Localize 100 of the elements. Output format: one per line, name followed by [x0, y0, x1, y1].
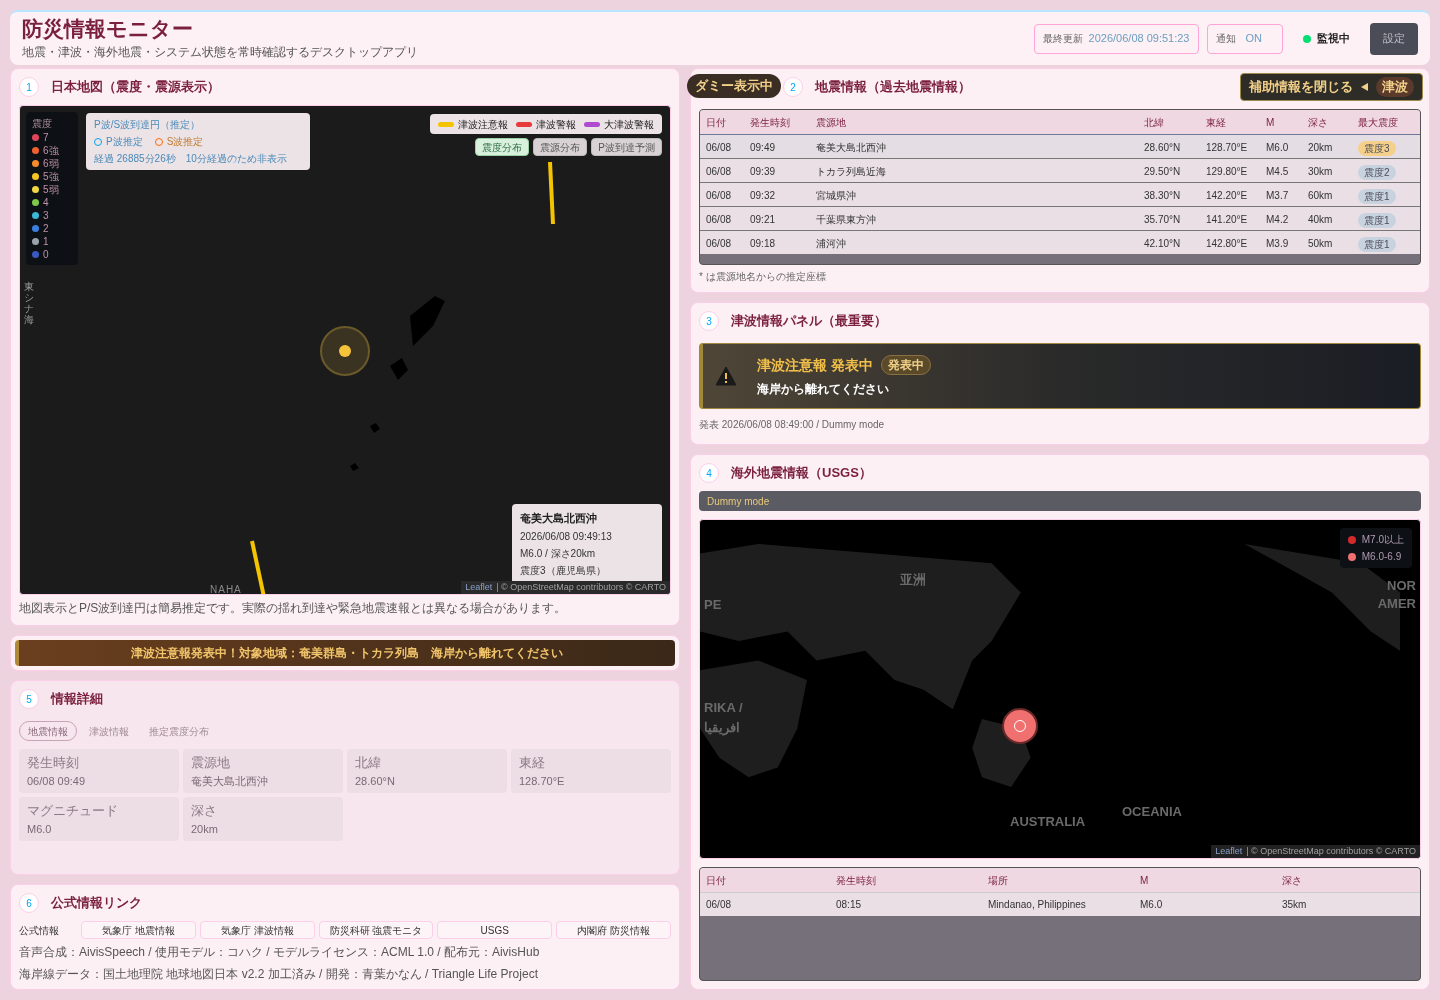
field-label: 発生時刻: [27, 754, 80, 772]
tsunami-headline: 津波注意報 発表中: [757, 355, 873, 375]
map-label: 亚洲: [900, 571, 926, 589]
table-cell-text: 20km: [1308, 140, 1334, 155]
table-cell-text: 142.80°E: [1206, 236, 1249, 251]
official-link-button[interactable]: 防災科研 強震モニタ: [318, 921, 434, 939]
ticker-text: 津波注意報発表中！対象地域：奄美群島・トカラ列島 海岸から離れてください: [131, 645, 563, 662]
popup-intensity: 震度3（鹿児島県）: [520, 563, 607, 578]
section-number: 1: [19, 77, 39, 97]
popup-place: 奄美大島北西沖: [520, 511, 598, 526]
official-link-button[interactable]: 気象庁 津波情報: [199, 921, 315, 939]
panel-title: 津波情報パネル（最重要）: [731, 312, 887, 331]
table-cell-text: 28.60°N: [1144, 140, 1182, 155]
legend-label: 6強: [43, 144, 59, 157]
column-header: 最大震度: [1358, 115, 1399, 130]
legend-label: 0: [43, 248, 49, 261]
column-header: 震源地: [816, 115, 847, 130]
table-cell-text: M3.9: [1266, 236, 1290, 251]
legend-label: 3: [43, 209, 49, 222]
column-header: M: [1140, 873, 1150, 888]
table-row[interactable]: 06/08 09:18 浦河沖 42.10°N 142.80°E M3.9 50km 震度1: [700, 230, 1420, 254]
layer-toggle-button[interactable]: 震度分布: [475, 138, 530, 156]
table-row[interactable]: 06/08 09:39 トカラ列島近海 29.50°N 129.80°E M4.5 30km 震度2: [700, 158, 1420, 182]
panel-title: 海外地震情報（USGS）: [731, 464, 872, 483]
section-number: 2: [783, 77, 803, 97]
table-row[interactable]: 06/08 08:15 Mindanao, Philippines M6.0 35km: [700, 892, 1420, 916]
epicenter-marker: [320, 326, 370, 376]
dummy-badge: ダミー表示中: [687, 74, 781, 98]
official-link-button[interactable]: 内閣府 防災情報: [556, 921, 671, 939]
field-label: 北緯: [355, 754, 382, 772]
table-cell-text: 129.80°E: [1206, 164, 1249, 179]
table-cell-text: 09:18: [750, 236, 777, 251]
table-note: * は震源地名からの推定座標: [698, 270, 827, 284]
section-number: 3: [699, 311, 719, 331]
caret-left-icon: [1361, 83, 1368, 91]
toggle-info-button[interactable]: 補助情報を閉じる 津波: [1240, 73, 1423, 101]
legend-label: 4: [43, 196, 49, 209]
table-row[interactable]: 06/08 09:21 千葉県東方沖 35.70°N 141.20°E M4.2 40km 震度1: [700, 206, 1420, 230]
table-cell-text: M6.0: [1140, 898, 1164, 912]
table-cell-text: 06/08: [706, 212, 733, 227]
attribution-text: | © OpenStreetMap contributors © CARTO: [1246, 844, 1416, 858]
column-header: 深さ: [1282, 873, 1303, 888]
table-cell-text: 29.50°N: [1144, 164, 1182, 179]
official-link-button[interactable]: 気象庁 地震情報: [81, 921, 196, 939]
table-cell-text: M4.2: [1266, 212, 1290, 227]
map-label: افريقيا: [704, 719, 740, 738]
tsunami-tag: 津波: [1376, 77, 1414, 97]
table-cell-text: 142.20°E: [1206, 188, 1249, 203]
layer-toggle-button[interactable]: P波到達予測: [591, 138, 662, 156]
field-label: 深さ: [191, 802, 218, 820]
legend-label: 7: [43, 131, 49, 144]
field-value: 28.60°N: [355, 773, 396, 789]
field-value: 06/08 09:49: [27, 773, 87, 789]
attribution-link[interactable]: Leaflet: [1215, 844, 1243, 858]
popup-time: 2026/06/08 09:49:13: [520, 529, 613, 544]
tsunami-message: 海岸から離れてください: [757, 380, 890, 398]
table-cell-text: 50km: [1308, 236, 1334, 251]
panel-title: 公式情報リンク: [51, 894, 142, 913]
last-update-label: 最終更新: [1042, 32, 1083, 46]
popup-magnitude: M6.0 / 深さ20km: [520, 546, 597, 561]
legend-label: M7.0以上: [1361, 533, 1404, 547]
table-cell-text: M4.5: [1266, 164, 1290, 179]
column-header: M: [1266, 115, 1276, 130]
legend-label: 5弱: [43, 183, 59, 196]
table-cell-text: 35.70°N: [1144, 212, 1182, 227]
map-note: 地図表示とP/S波到達円は簡易推定です。実際の揺れ到達や緊急地震速報とは異なる場合があります。: [18, 600, 568, 617]
last-update-value: 2026/06/08 09:51:23: [1088, 31, 1190, 47]
earthquake-marker: [1002, 708, 1038, 744]
layer-toggle-button[interactable]: 震源分布: [533, 138, 588, 156]
field-value: M6.0: [27, 821, 53, 837]
section-number: 6: [19, 893, 39, 913]
app-subtitle: 地震・津波・海外地震・システム状態を常時確認するデスクトップアプリ: [22, 43, 418, 61]
column-header: 場所: [988, 873, 1009, 888]
app-title: 防災情報モニター: [22, 16, 194, 43]
table-cell-text: 42.10°N: [1144, 236, 1182, 251]
legend-label: 津波警報: [536, 117, 576, 132]
panel-title: 地震情報（過去地震情報）: [815, 78, 971, 97]
notification-value: ON: [1245, 31, 1263, 47]
warning-icon: [715, 366, 737, 386]
official-link-button[interactable]: USGS: [437, 921, 553, 939]
intensity-badge: 震度1: [1358, 213, 1396, 228]
attribution-link[interactable]: Leaflet: [465, 580, 493, 594]
table-row[interactable]: 06/08 09:32 宮城県沖 38.30°N 142.20°E M3.7 60km 震度1: [700, 182, 1420, 206]
settings-button[interactable]: 設定: [1370, 22, 1418, 55]
elapsed-text: 経過 26885分26秒 10分経過のため非表示: [94, 152, 288, 166]
intensity-badge: 震度1: [1358, 237, 1396, 252]
legend-label: 津波注意報: [458, 117, 508, 132]
map-label: PE: [704, 596, 722, 614]
table-cell-text: 35km: [1282, 898, 1308, 912]
field-value: 20km: [191, 821, 219, 837]
table-cell-text: 06/08: [706, 164, 733, 179]
column-header: 日付: [706, 873, 727, 888]
panel-title: 情報詳細: [51, 690, 103, 709]
field-label: 東経: [519, 754, 546, 772]
wave-box-title: P波/S波到達円（推定）: [94, 118, 202, 132]
table-row[interactable]: 06/08 09:49 奄美大島北西沖 28.60°N 128.70°E M6.0 20km 震度3: [700, 134, 1420, 158]
table-cell-text: 09:21: [750, 212, 777, 227]
tsunami-coast-line: [250, 539, 268, 594]
attribution-text: | © OpenStreetMap contributors © CARTO: [496, 580, 666, 594]
table-cell-text: Mindanao, Philippines: [988, 898, 1087, 912]
